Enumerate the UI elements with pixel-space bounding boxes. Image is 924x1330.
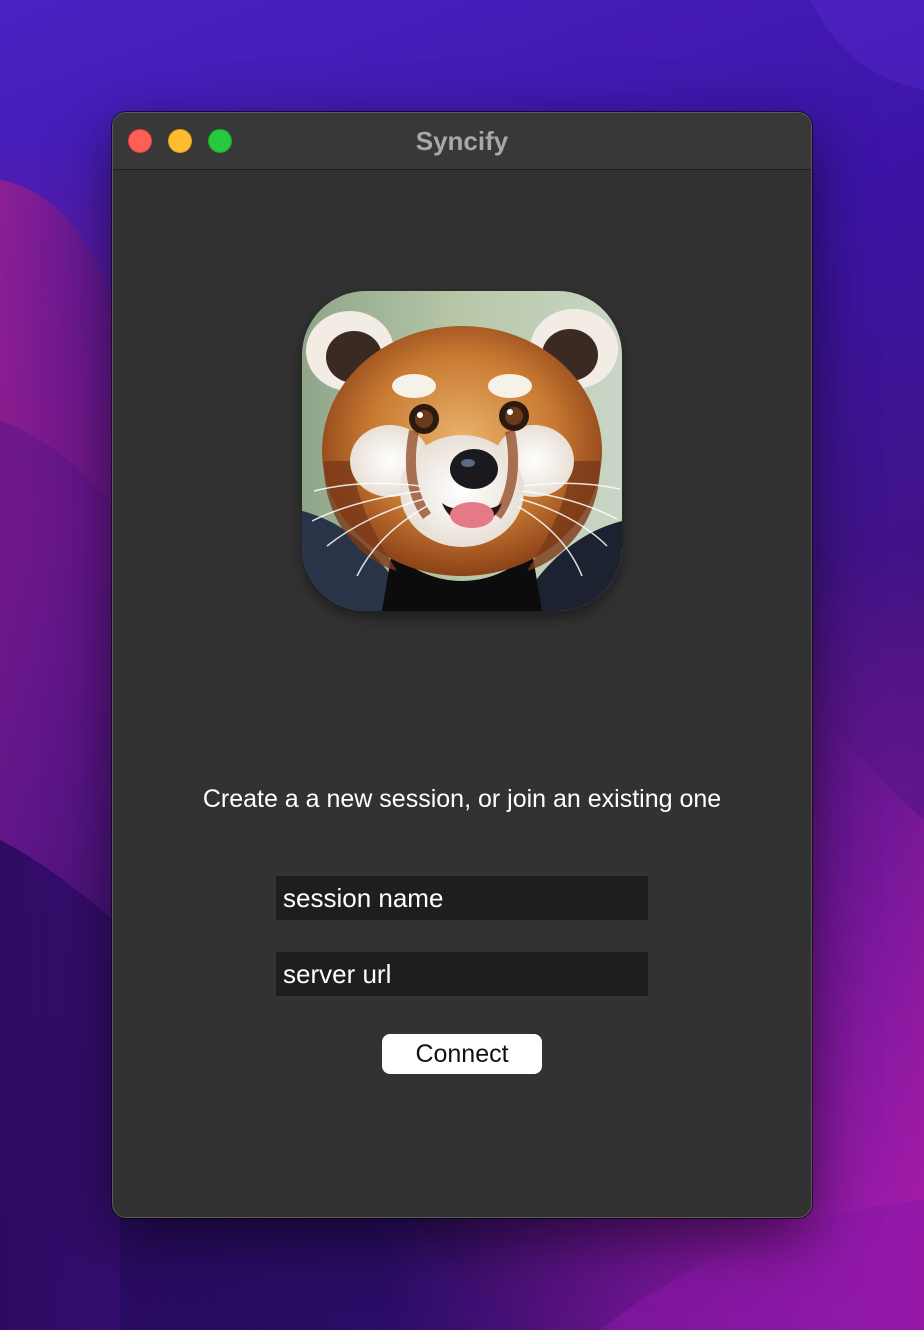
session-name-input[interactable] <box>276 876 648 920</box>
connect-button[interactable]: Connect <box>382 1034 542 1074</box>
window-title: Syncify <box>415 126 509 156</box>
title-bar[interactable]: Syncify <box>113 113 811 170</box>
red-panda-icon <box>302 291 622 611</box>
server-url-input[interactable] <box>276 952 648 996</box>
app-window: Syncify Create a a new session, or join … <box>112 112 812 1218</box>
session-prompt: Create a a new session, or join an exist… <box>202 785 722 813</box>
